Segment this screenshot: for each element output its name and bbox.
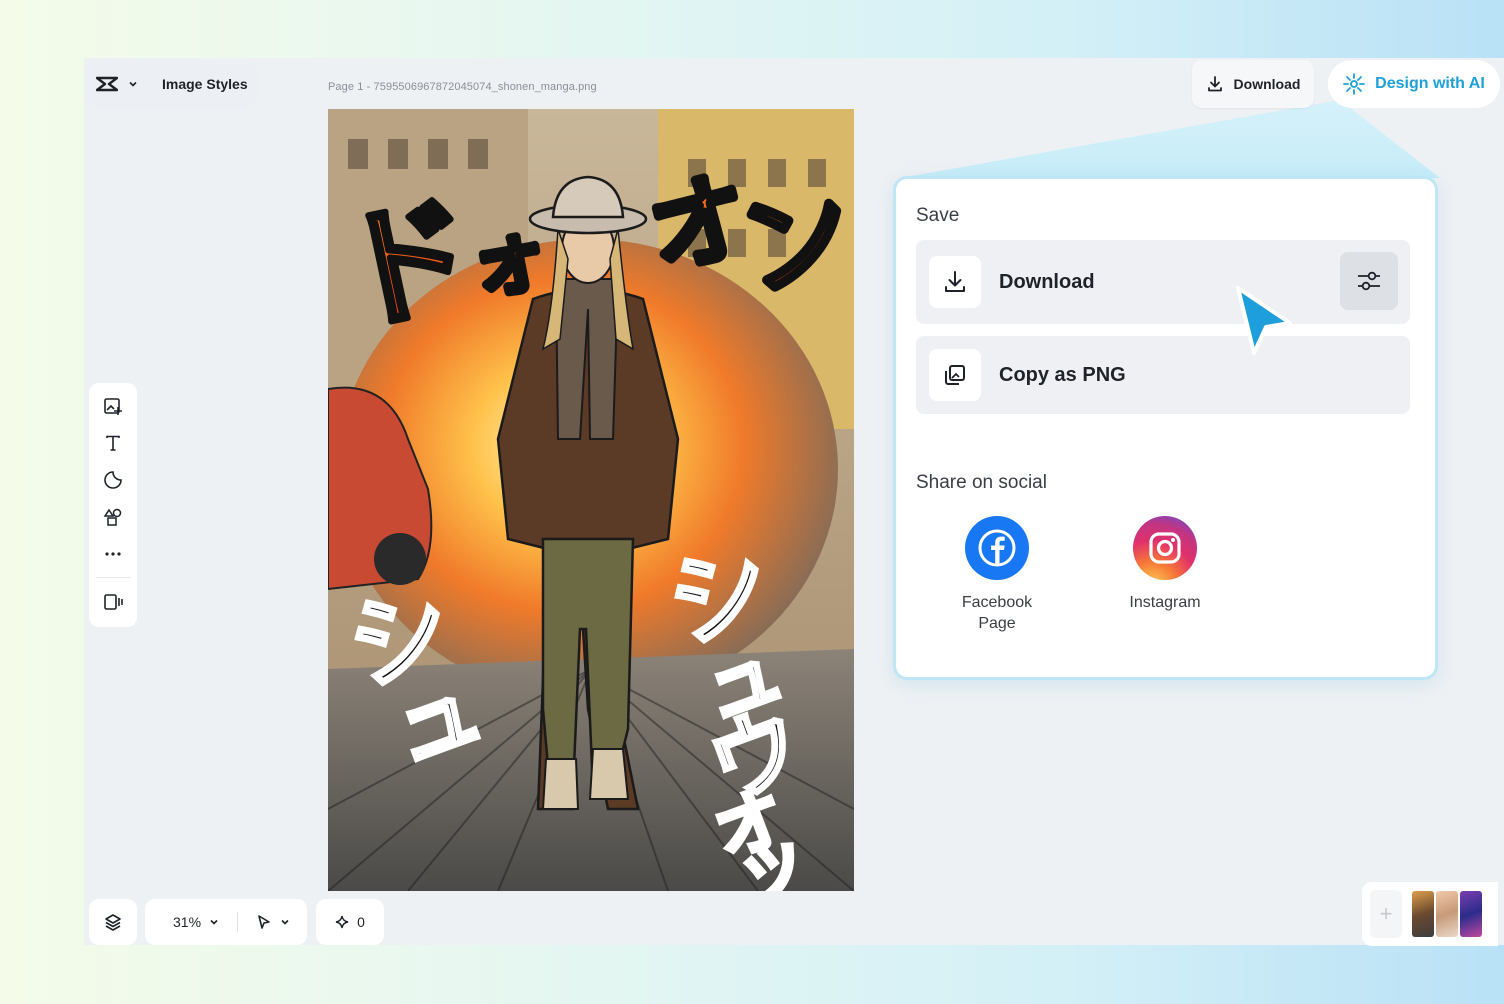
pointer-tool-icon[interactable] <box>256 914 272 930</box>
instagram-share[interactable]: Instagram <box>1095 516 1235 613</box>
brand-menu[interactable]: Image Styles <box>86 60 258 108</box>
shapes-icon[interactable] <box>101 506 125 529</box>
design-with-ai-label: Design with AI <box>1375 75 1485 92</box>
social-title: Share on social <box>916 472 1047 493</box>
pages-strip: + <box>1362 882 1498 946</box>
download-button[interactable]: Download <box>1192 60 1314 108</box>
instagram-icon <box>1133 516 1197 580</box>
left-toolbar <box>89 383 137 627</box>
download-label: Download <box>1233 76 1301 92</box>
instagram-label: Instagram <box>1129 594 1201 611</box>
download-option[interactable]: Download <box>916 240 1410 324</box>
download-settings-button[interactable] <box>1340 252 1398 310</box>
share-panel: Save Download Copy as PNG Share on socia… <box>893 176 1438 680</box>
copy-png-label: Copy as PNG <box>999 363 1126 386</box>
facebook-share[interactable]: Facebook Page <box>927 516 1067 634</box>
ai-sparkle-icon <box>1343 73 1366 95</box>
layers-button[interactable] <box>89 899 137 945</box>
capcut-logo-icon <box>96 76 118 92</box>
facebook-icon <box>965 516 1029 580</box>
download-icon <box>929 256 981 308</box>
page-thumbnails[interactable] <box>1412 891 1482 937</box>
page-info: Page 1 - 7595506967872045074_shonen_mang… <box>328 81 597 93</box>
layers-icon <box>105 914 121 931</box>
save-title: Save <box>916 205 960 226</box>
add-image-icon[interactable] <box>101 395 125 418</box>
chevron-down-icon[interactable] <box>280 917 290 927</box>
svg-text:ォ: ォ <box>461 207 556 312</box>
ai-credits-button[interactable]: 0 <box>316 899 384 945</box>
panel-toggle-icon[interactable] <box>101 590 125 613</box>
copy-image-icon <box>929 349 981 401</box>
chevron-down-icon[interactable] <box>128 79 138 89</box>
more-icon[interactable] <box>101 542 125 565</box>
facebook-label-line1: Facebook <box>961 594 1033 611</box>
page-thumbnail[interactable] <box>1460 891 1482 937</box>
mouse-cursor-icon <box>1236 286 1292 355</box>
zoom-value: 31% <box>173 914 202 930</box>
manga-artwork: ド ォ オ ン シ ュ シ ュ ウ オ ッ <box>328 109 854 891</box>
download-option-label: Download <box>999 270 1095 293</box>
ai-credits-value: 0 <box>357 914 365 930</box>
copy-png-option[interactable]: Copy as PNG <box>916 336 1410 414</box>
page-thumbnail[interactable] <box>1436 891 1458 937</box>
zoom-separator <box>237 912 239 932</box>
add-page-button[interactable]: + <box>1370 890 1402 938</box>
design-with-ai-button[interactable]: Design with AI <box>1328 60 1500 108</box>
sliders-icon <box>1358 271 1380 291</box>
text-icon[interactable] <box>101 432 125 455</box>
page-thumbnail[interactable] <box>1412 891 1434 937</box>
zoom-control[interactable]: 31% <box>145 899 307 945</box>
sticker-icon[interactable] <box>101 469 125 492</box>
download-icon <box>1207 76 1222 92</box>
design-canvas[interactable]: ド ォ オ ン シ ュ シ ュ ウ オ ッ <box>328 109 854 891</box>
toolbar-divider <box>96 577 130 579</box>
chevron-down-icon[interactable] <box>209 917 219 927</box>
sparkle-icon <box>335 915 349 929</box>
brand-label: Image Styles <box>162 76 248 92</box>
facebook-label-line2: Page <box>978 615 1016 632</box>
plus-icon: + <box>1379 901 1393 926</box>
